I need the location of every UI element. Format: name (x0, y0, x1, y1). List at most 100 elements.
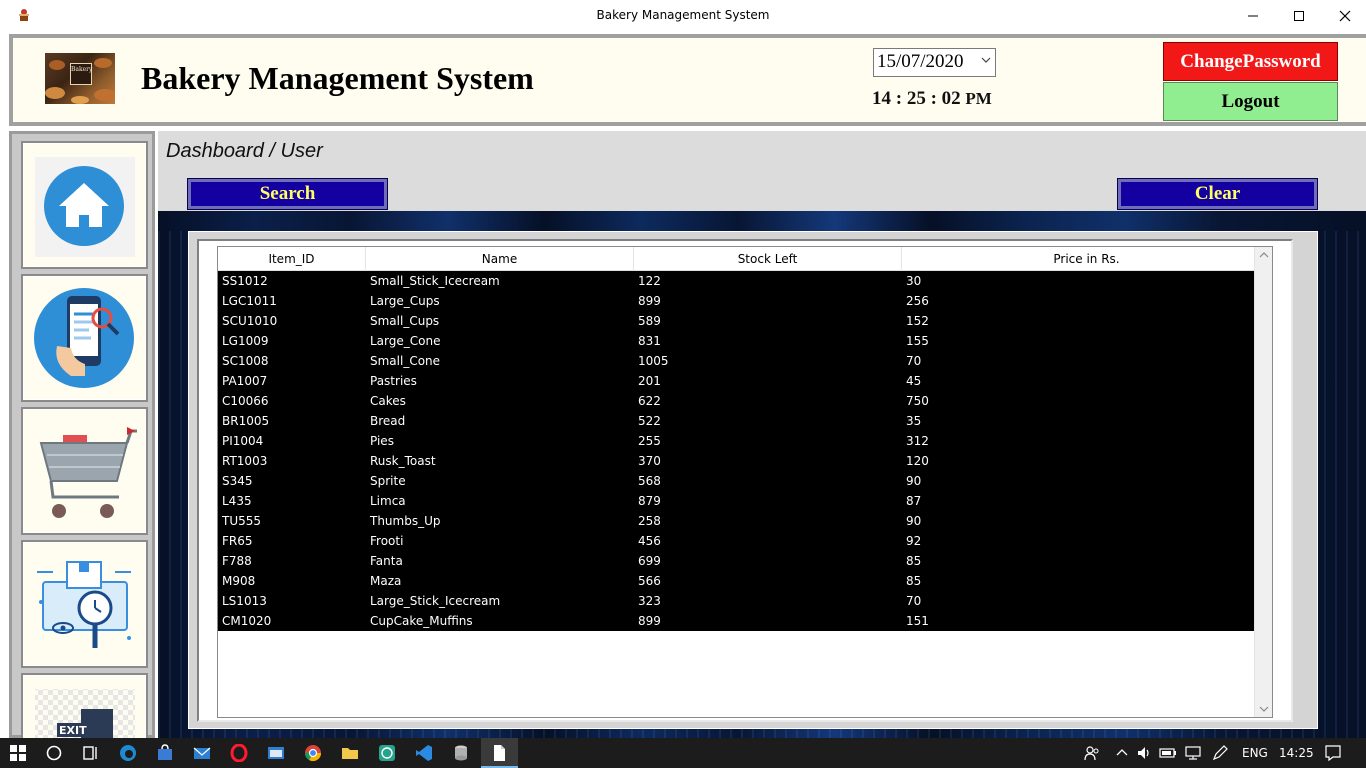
cell-name: Rusk_Toast (370, 454, 436, 468)
cell-item-id: C10066 (222, 394, 269, 408)
close-button[interactable] (1322, 0, 1366, 31)
cell-name: Maza (370, 574, 402, 588)
table-row[interactable]: SCU1010 Small_Cups 589 152 (218, 311, 1272, 331)
table-frame: Item_ID Name Stock Left Price in Rs. SS1… (188, 231, 1318, 729)
items-table[interactable]: Item_ID Name Stock Left Price in Rs. SS1… (217, 246, 1273, 718)
table-row[interactable]: L435 Limca 879 87 (218, 491, 1272, 511)
date-value: 15/07/2020 (877, 51, 964, 72)
start-button[interactable] (8, 743, 28, 763)
cell-price: 155 (906, 334, 929, 348)
taskbar-database[interactable] (451, 743, 471, 763)
sidebar-item-search-customer[interactable] (21, 274, 148, 402)
cell-name: Frooti (370, 534, 404, 548)
battery-button[interactable] (1158, 743, 1178, 763)
sidebar-item-home[interactable] (21, 141, 148, 269)
taskbar-app[interactable] (266, 743, 286, 763)
table-row[interactable]: PI1004 Pies 255 312 (218, 431, 1272, 451)
language-indicator[interactable]: ENG (1242, 746, 1268, 760)
taskbar-edge[interactable] (118, 743, 138, 763)
logout-button[interactable]: Logout (1163, 82, 1338, 121)
table-row[interactable]: S345 Sprite 568 90 (218, 471, 1272, 491)
sidebar-item-inventory[interactable] (21, 540, 148, 668)
shopping-cart-icon (39, 427, 137, 518)
cell-item-id: LS1013 (222, 594, 267, 608)
table-row[interactable]: SS1012 Small_Stick_Icecream 122 30 (218, 271, 1272, 291)
cell-stock-left: 879 (638, 494, 661, 508)
volume-icon (1138, 747, 1149, 759)
scroll-up-icon[interactable] (1259, 251, 1269, 259)
show-hidden-icons-button[interactable] (1112, 743, 1132, 763)
title-bar[interactable]: Bakery Management System (0, 0, 1366, 31)
maximize-button[interactable] (1276, 0, 1322, 31)
table-row[interactable]: FR65 Frooti 456 92 (218, 531, 1272, 551)
cell-stock-left: 201 (638, 374, 661, 388)
cell-stock-left: 622 (638, 394, 661, 408)
taskbar-whatsapp[interactable] (377, 743, 397, 763)
table-row[interactable]: CM1020 CupCake_Muffins 899 151 (218, 611, 1272, 631)
table-row[interactable]: PA1007 Pastries 201 45 (218, 371, 1272, 391)
cell-price: 87 (906, 494, 922, 508)
vertical-scrollbar[interactable] (1254, 247, 1272, 717)
cell-stock-left: 258 (638, 514, 661, 528)
cell-item-id: LG1009 (222, 334, 269, 348)
clear-button[interactable]: Clear (1117, 178, 1318, 210)
cell-price: 45 (906, 374, 922, 388)
exit-label: EXIT (59, 724, 87, 737)
network-button[interactable] (1183, 743, 1203, 763)
column-header-price[interactable]: Price in Rs. (902, 247, 1272, 271)
taskbar-explorer[interactable] (340, 743, 360, 763)
table-row[interactable]: M908 Maza 566 85 (218, 571, 1272, 591)
cell-item-id: M908 (222, 574, 256, 588)
search-button[interactable]: Search (187, 178, 388, 210)
column-header-name[interactable]: Name (366, 247, 634, 271)
taskbar-chrome[interactable] (303, 743, 323, 763)
column-header-stock-left[interactable]: Stock Left (634, 247, 902, 271)
taskbar-store[interactable] (155, 743, 175, 763)
sidebar-item-exit[interactable]: EXIT (21, 673, 148, 738)
volume-button[interactable] (1134, 743, 1154, 763)
cell-item-id: TU555 (222, 514, 262, 528)
table-row[interactable]: BR1005 Bread 522 35 (218, 411, 1272, 431)
vscode-icon (416, 745, 432, 761)
cell-stock-left: 122 (638, 274, 661, 288)
people-button[interactable] (1082, 743, 1102, 763)
column-header-item-id[interactable]: Item_ID (218, 247, 366, 271)
cell-stock-left: 699 (638, 554, 661, 568)
table-row[interactable]: TU555 Thumbs_Up 258 90 (218, 511, 1272, 531)
cell-item-id: SS1012 (222, 274, 268, 288)
cell-item-id: BR1005 (222, 414, 270, 428)
table-row[interactable]: F788 Fanta 699 85 (218, 551, 1272, 571)
cell-stock-left: 899 (638, 294, 661, 308)
chevron-up-icon (1116, 749, 1128, 756)
action-center-button[interactable] (1323, 743, 1343, 763)
table-row[interactable]: LS1013 Large_Stick_Icecream 323 70 (218, 591, 1272, 611)
battery-icon (1159, 748, 1176, 758)
scroll-down-icon[interactable] (1259, 705, 1269, 713)
table-row[interactable]: RT1003 Rusk_Toast 370 120 (218, 451, 1272, 471)
clock-suffix: PM (965, 89, 992, 108)
task-view-button[interactable] (80, 743, 100, 763)
date-picker[interactable]: 15/07/2020 (873, 48, 996, 77)
header: Bakery Bakery Management System 15/07/20… (9, 34, 1366, 126)
cell-price: 70 (906, 594, 922, 608)
taskbar-clock[interactable]: 14:25 (1279, 746, 1314, 760)
sidebar-item-cart[interactable] (21, 407, 148, 535)
taskbar-opera[interactable] (229, 743, 249, 763)
taskbar-bakery-app[interactable] (489, 743, 509, 763)
cell-price: 90 (906, 514, 922, 528)
taskbar-vscode[interactable] (414, 743, 434, 763)
change-password-button[interactable]: ChangePassword (1163, 42, 1338, 81)
taskbar: ENG 14:25 (0, 738, 1366, 768)
table-row[interactable]: LG1009 Large_Cone 831 155 (218, 331, 1272, 351)
table-row[interactable]: C10066 Cakes 622 750 (218, 391, 1272, 411)
chevron-down-icon[interactable] (981, 55, 991, 65)
table-body: SS1012 Small_Stick_Icecream 122 30 LGC1011 La… (218, 271, 1272, 631)
pen-button[interactable] (1210, 743, 1230, 763)
table-row[interactable]: LGC1011 Large_Cups 899 256 (218, 291, 1272, 311)
table-row[interactable]: SC1008 Small_Cone 1005 70 (218, 351, 1272, 371)
minimize-button[interactable] (1230, 0, 1276, 31)
search-taskbar-button[interactable] (44, 743, 64, 763)
edge-icon (120, 745, 136, 761)
database-icon (455, 745, 467, 761)
taskbar-mail[interactable] (192, 743, 212, 763)
